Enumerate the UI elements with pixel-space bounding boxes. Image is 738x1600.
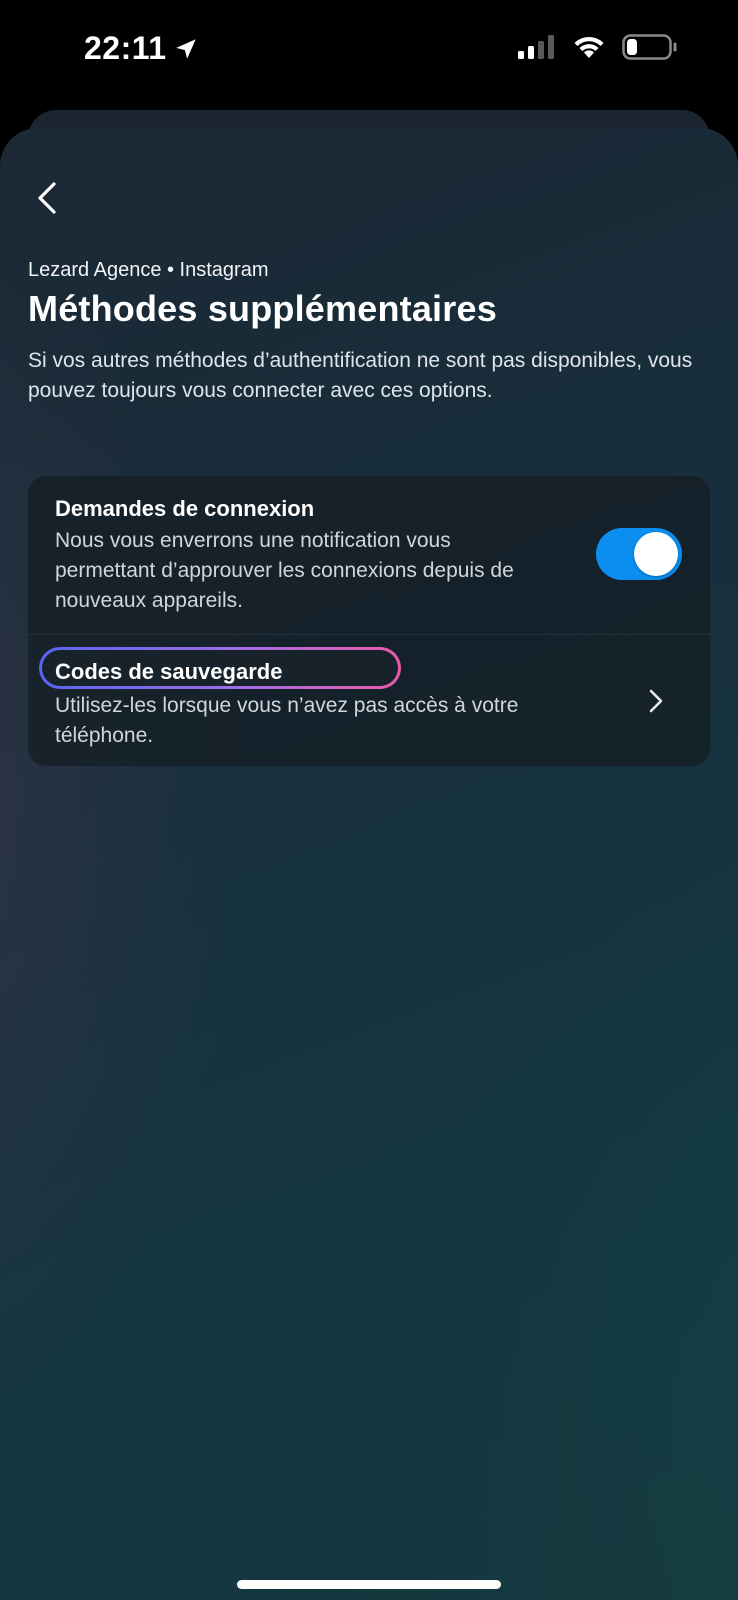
battery-icon: [622, 34, 677, 60]
chevron-right-icon: [649, 689, 663, 713]
login-requests-toggle[interactable]: [596, 528, 682, 580]
page-title: Méthodes supplémentaires: [28, 288, 497, 329]
methods-card: Demandes de connexion Nous vous enverron…: [28, 476, 710, 766]
location-arrow-icon: [175, 38, 196, 59]
backup-codes-description: Utilisez-les lorsque vous n’avez pas acc…: [55, 694, 519, 747]
back-button[interactable]: [26, 178, 66, 218]
cellular-signal-icon: [518, 35, 554, 59]
login-requests-title: Demandes de connexion: [55, 496, 315, 521]
home-indicator: [237, 1580, 501, 1589]
status-icons: [518, 34, 678, 60]
status-bar: 22:11: [0, 0, 738, 100]
chevron-left-icon: [38, 182, 56, 214]
wifi-icon: [574, 36, 604, 58]
backup-codes-row[interactable]: Codes de sauvegarde Utilisez-les lorsque…: [28, 634, 710, 766]
status-time-text: 22:11: [84, 30, 167, 66]
account-line: Lezard Agence • Instagram: [28, 259, 269, 281]
modal-sheet: Lezard Agence • Instagram Méthodes suppl…: [0, 128, 738, 1600]
login-requests-row[interactable]: Demandes de connexion Nous vous enverron…: [28, 476, 710, 634]
login-requests-description: Nous vous enverrons une notification vou…: [55, 529, 514, 612]
backup-codes-title: Codes de sauvegarde: [55, 659, 283, 684]
status-time: 22:11: [84, 30, 199, 67]
toggle-knob: [634, 532, 678, 576]
page-description: Si vos autres méthodes d’authentificatio…: [28, 349, 693, 402]
